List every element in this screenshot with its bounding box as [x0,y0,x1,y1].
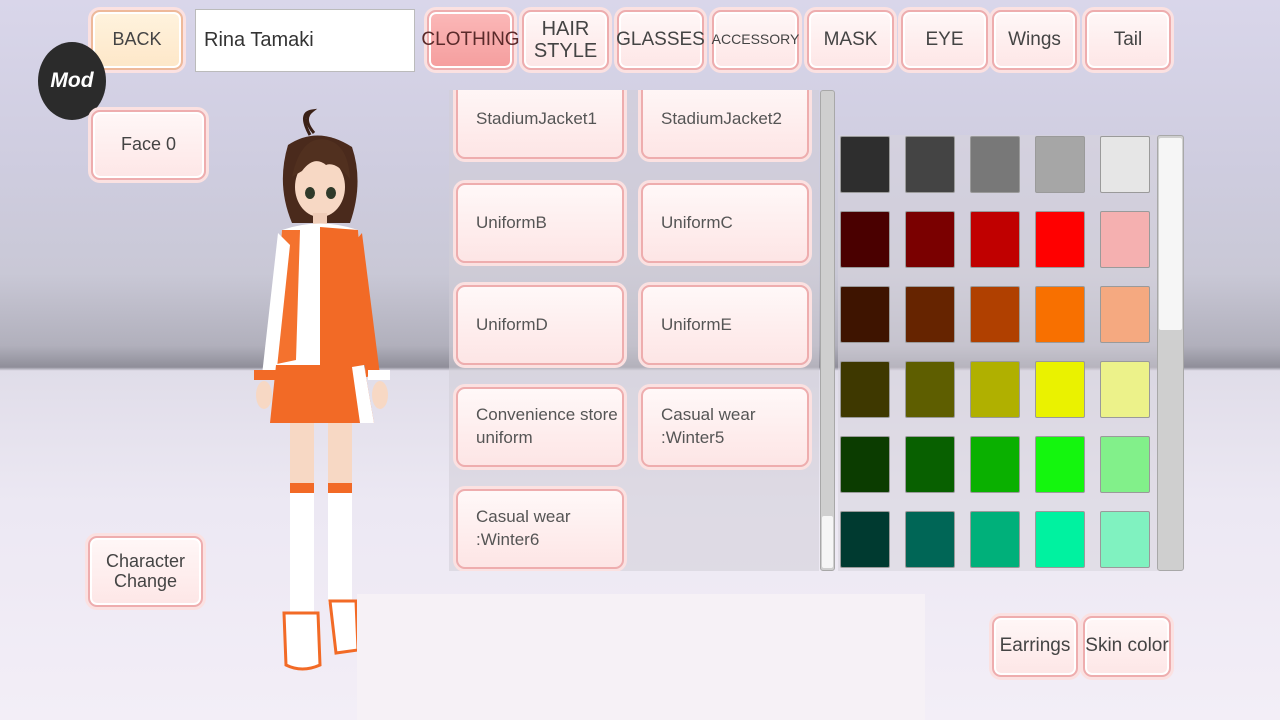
tab-hair-style[interactable]: HAIR STYLE [522,10,609,70]
color-swatch-gray-2[interactable] [905,136,955,193]
color-swatch-red-4[interactable] [1035,211,1085,268]
color-swatch-green-1[interactable] [840,436,890,493]
color-swatch-red-5[interactable] [1100,211,1150,268]
skin-color-button[interactable]: Skin color [1083,616,1171,677]
color-swatch-red-2[interactable] [905,211,955,268]
color-swatch-teal-2[interactable] [905,511,955,568]
color-swatch-gray-5[interactable] [1100,136,1150,193]
outfit-list-panel[interactable]: StadiumJacket1 StadiumJacket2 UniformB U… [449,90,819,571]
color-swatch-yellow-3[interactable] [970,361,1020,418]
outfit-item-convenience-store-uniform[interactable]: Convenience store uniform [456,387,624,467]
color-swatch-teal-5[interactable] [1100,511,1150,568]
bottom-preview-area [357,594,925,720]
color-swatch-gray-3[interactable] [970,136,1020,193]
color-swatch-green-5[interactable] [1100,436,1150,493]
color-swatch-yellow-4[interactable] [1035,361,1085,418]
color-swatch-teal-3[interactable] [970,511,1020,568]
outfit-item-casual-wear-winter5[interactable]: Casual wear :Winter5 [641,387,809,467]
color-swatch-green-4[interactable] [1035,436,1085,493]
tab-tail[interactable]: Tail [1085,10,1171,70]
outfit-item-uniformb[interactable]: UniformB [456,183,624,263]
back-button[interactable]: BACK [91,10,183,70]
color-swatch-yellow-1[interactable] [840,361,890,418]
tab-glasses[interactable]: GLASSES [616,10,705,70]
outfit-item-stadiumjacket2[interactable]: StadiumJacket2 [641,90,809,159]
color-swatch-teal-4[interactable] [1035,511,1085,568]
color-swatch-orange-5[interactable] [1100,286,1150,343]
tab-clothing[interactable]: CLOTHING [421,10,520,70]
outfit-item-uniformd[interactable]: UniformD [456,285,624,365]
outfit-item-uniforme[interactable]: UniformE [641,285,809,365]
color-palette-scrollbar[interactable] [1157,135,1184,571]
earrings-button[interactable]: Earrings [992,616,1078,677]
color-swatch-red-3[interactable] [970,211,1020,268]
color-swatch-green-3[interactable] [970,436,1020,493]
color-palette-scrollbar-thumb[interactable] [1159,138,1182,330]
tab-eye[interactable]: EYE [901,10,988,70]
mod-badge[interactable]: Mod [38,42,106,120]
color-swatch-green-2[interactable] [905,436,955,493]
color-swatch-yellow-2[interactable] [905,361,955,418]
color-swatch-gray-1[interactable] [840,136,890,193]
tab-wings[interactable]: Wings [992,10,1077,70]
color-palette-panel [838,135,1158,571]
color-swatch-orange-1[interactable] [840,286,890,343]
color-swatch-orange-3[interactable] [970,286,1020,343]
color-swatch-orange-4[interactable] [1035,286,1085,343]
tab-mask[interactable]: MASK [807,10,894,70]
color-swatch-red-1[interactable] [840,211,890,268]
outfit-item-stadiumjacket1[interactable]: StadiumJacket1 [456,90,624,159]
color-swatch-teal-1[interactable] [840,511,890,568]
face-button[interactable]: Face 0 [91,110,206,180]
tab-accessory[interactable]: ACCESSORY [712,10,799,70]
character-change-button[interactable]: Character Change [88,536,203,607]
character-name-input[interactable] [195,9,415,72]
color-swatch-orange-2[interactable] [905,286,955,343]
outfit-list-scrollbar[interactable] [820,90,835,571]
outfit-list-scrollbar-thumb[interactable] [822,516,833,568]
outfit-item-casual-wear-winter6[interactable]: Casual wear :Winter6 [456,489,624,569]
color-swatch-yellow-5[interactable] [1100,361,1150,418]
color-swatch-gray-4[interactable] [1035,136,1085,193]
outfit-item-uniformc[interactable]: UniformC [641,183,809,263]
